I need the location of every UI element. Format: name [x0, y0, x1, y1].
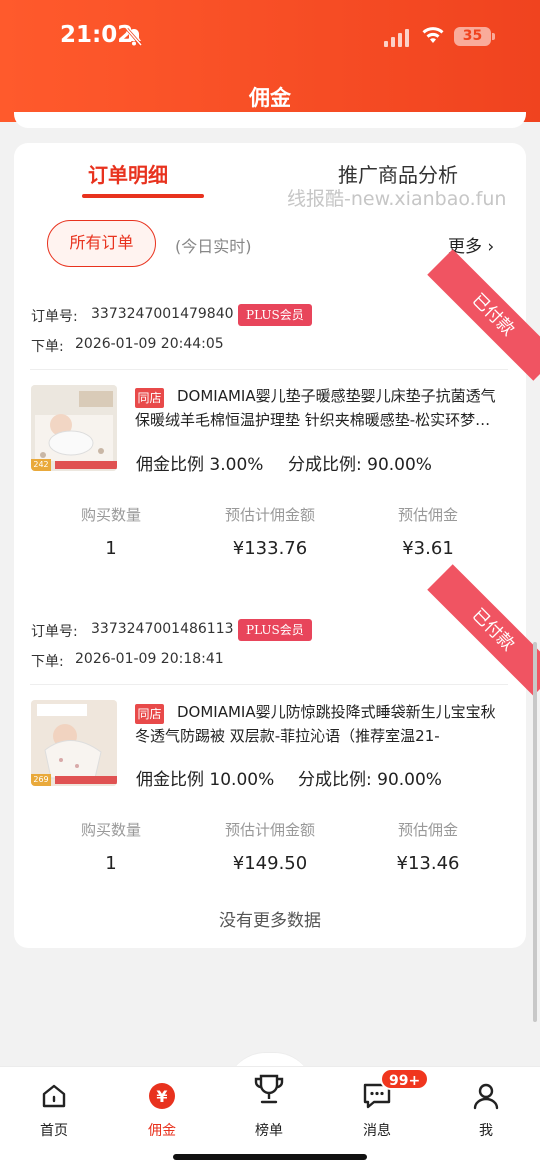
- stat-value-estimated-commission: ¥13.46: [396, 853, 460, 874]
- stat-label-estimated-amount: 预估计佣金额: [224, 506, 315, 524]
- thumb-price-tag: 242: [31, 459, 51, 471]
- trophy-icon: [254, 1074, 284, 1104]
- previous-card-edge: [14, 112, 526, 128]
- commission-rate: 佣金比例 10.00%: [136, 770, 275, 790]
- nav-home-label: 首页: [40, 1123, 68, 1139]
- nav-ranking-label: 榜单: [255, 1123, 283, 1139]
- home-icon: [42, 1084, 66, 1108]
- share-rate: 分成比例: 90.00%: [298, 770, 442, 790]
- filter-all-orders[interactable]: 所有订单: [47, 220, 156, 267]
- stat-value-estimated-amount: ¥149.50: [232, 853, 308, 874]
- order-time-label: 下单:: [31, 339, 64, 355]
- nav-me[interactable]: [446, 1082, 526, 1110]
- plus-member-badge: PLUS会员: [238, 619, 312, 641]
- product-title[interactable]: DOMIAMIA婴儿垫子暖感垫婴儿床垫子抗菌透气保暖绒羊毛棉恒温护理垫 针织夹棉…: [135, 384, 499, 432]
- yen-coin-icon: ¥: [149, 1083, 175, 1109]
- person-icon: [473, 1083, 499, 1110]
- order-number[interactable]: 3373247001486113: [91, 621, 234, 637]
- stat-label-estimated-amount: 预估计佣金额: [224, 821, 315, 839]
- order-time: 2026-01-09 20:18:41: [75, 651, 224, 667]
- product-title[interactable]: DOMIAMIA婴儿防惊跳投降式睡袋新生儿宝宝秋冬透气防踢被 双层款-菲拉沁语（…: [135, 700, 499, 748]
- order-number-label: 订单号:: [31, 624, 78, 640]
- order-number[interactable]: 3373247001479840: [91, 306, 234, 322]
- stat-label-quantity: 购买数量: [80, 821, 141, 839]
- wifi-icon: [422, 27, 444, 43]
- order-time-label: 下单:: [31, 654, 64, 670]
- product-thumbnail[interactable]: 242: [31, 385, 117, 471]
- nav-commission[interactable]: ¥: [122, 1082, 202, 1110]
- nav-me-label: 我: [479, 1123, 493, 1139]
- stat-label-estimated-commission: 预估佣金: [397, 821, 458, 839]
- status-time: 21:02: [60, 22, 134, 48]
- order-divider: [30, 684, 508, 685]
- active-tab-indicator: [82, 194, 204, 198]
- signal-icon: [384, 29, 409, 47]
- thumb-price-tag: 269: [31, 774, 51, 786]
- order-time: 2026-01-09 20:44:05: [75, 336, 224, 352]
- share-rate: 分成比例: 90.00%: [288, 455, 432, 475]
- nav-messages-label: 消息: [363, 1123, 391, 1139]
- battery-indicator: 35: [454, 27, 491, 46]
- order-number-label: 订单号:: [31, 309, 78, 325]
- stat-label-estimated-commission: 预估佣金: [397, 506, 458, 524]
- watermark-text: 线报酷-new.xianbao.fun: [287, 188, 507, 210]
- filter-today-realtime[interactable]: (今日实时): [175, 233, 252, 257]
- stat-value-quantity: 1: [105, 538, 117, 559]
- plus-member-badge: PLUS会员: [238, 304, 312, 326]
- page-title: 佣金: [249, 86, 291, 110]
- stat-value-estimated-commission: ¥3.61: [402, 538, 454, 559]
- battery-cap: [492, 33, 495, 40]
- stat-value-quantity: 1: [105, 853, 117, 874]
- nav-home[interactable]: [14, 1082, 94, 1110]
- svg-text:¥: ¥: [156, 1087, 167, 1106]
- bell-off-icon: [125, 28, 143, 46]
- stat-label-quantity: 购买数量: [80, 506, 141, 524]
- tab-order-details[interactable]: 订单明细: [88, 159, 168, 188]
- stat-value-estimated-amount: ¥133.76: [232, 538, 308, 559]
- product-thumbnail[interactable]: 269: [31, 700, 117, 786]
- home-indicator: [173, 1154, 367, 1160]
- nav-ranking[interactable]: [229, 1072, 309, 1108]
- no-more-data-text: 没有更多数据: [219, 911, 321, 931]
- thumb-promo-band: [55, 776, 117, 784]
- order-divider: [30, 369, 508, 370]
- nav-commission-label: 佣金: [148, 1123, 176, 1139]
- commission-rate: 佣金比例 3.00%: [136, 455, 264, 475]
- thumb-promo-band: [55, 461, 117, 469]
- scrollbar[interactable]: [533, 642, 537, 1022]
- message-count-badge: 99+: [380, 1068, 430, 1090]
